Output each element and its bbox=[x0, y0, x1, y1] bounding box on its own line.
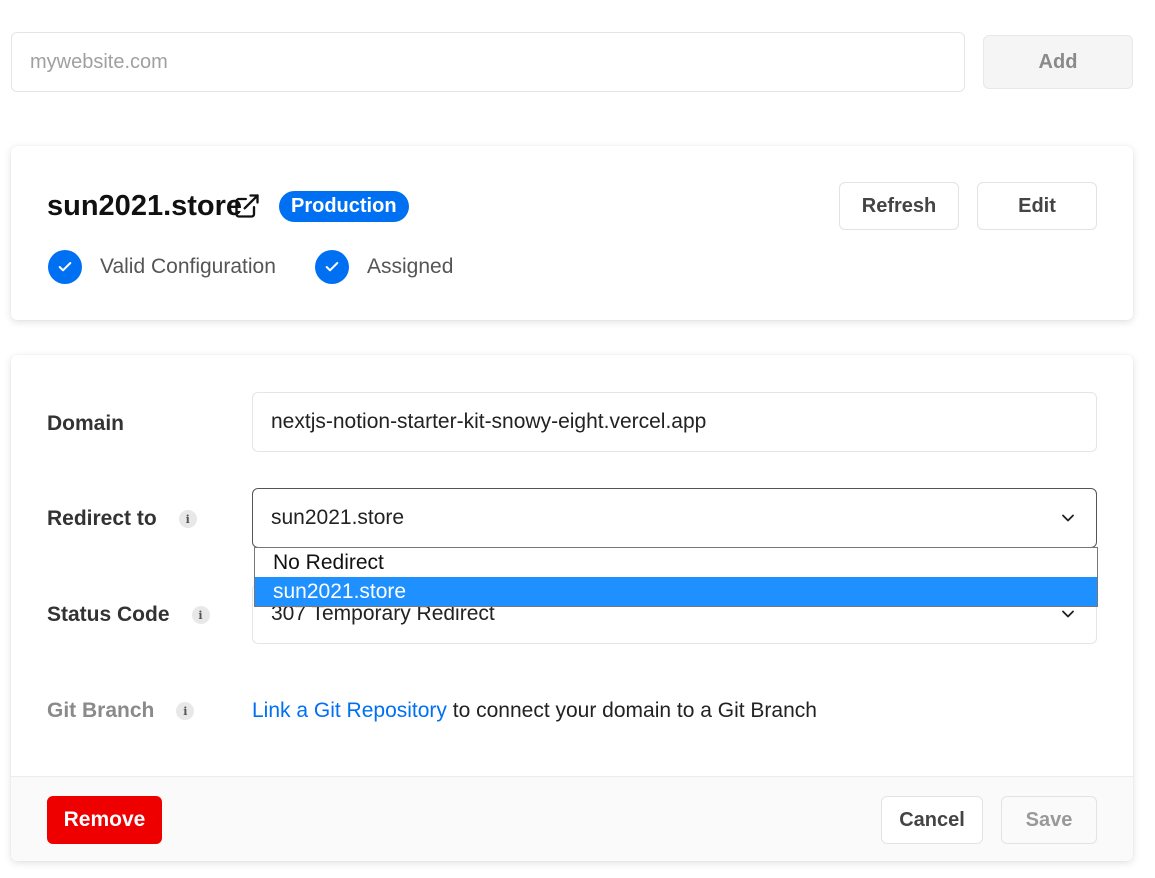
status-code-label: Status Code i bbox=[47, 603, 210, 627]
redirect-dropdown-list: No Redirect sun2021.store bbox=[254, 547, 1098, 607]
assigned-status: Assigned bbox=[315, 250, 453, 284]
external-link-icon[interactable] bbox=[233, 192, 261, 220]
redirect-label: Redirect to i bbox=[47, 507, 197, 531]
domain-title: sun2021.store bbox=[47, 190, 243, 222]
redirect-select[interactable]: sun2021.store bbox=[252, 488, 1097, 548]
status-code-label-text: Status Code bbox=[47, 603, 170, 626]
git-branch-label-text: Git Branch bbox=[47, 699, 155, 722]
domain-value: nextjs-notion-starter-kit-snowy-eight.ve… bbox=[271, 410, 707, 433]
card-footer: Remove Cancel Save bbox=[11, 776, 1133, 861]
domain-label-text: Domain bbox=[47, 412, 125, 435]
chevron-down-icon bbox=[1062, 514, 1074, 522]
edit-button[interactable]: Edit bbox=[977, 182, 1097, 230]
environment-badge: Production bbox=[279, 191, 409, 222]
info-icon[interactable]: i bbox=[178, 510, 197, 528]
status-label: Assigned bbox=[367, 255, 454, 278]
git-branch-label: Git Branch i bbox=[47, 699, 195, 723]
info-icon[interactable]: i bbox=[176, 702, 195, 720]
status-label: Valid Configuration bbox=[100, 255, 276, 278]
domain-field[interactable]: nextjs-notion-starter-kit-snowy-eight.ve… bbox=[252, 392, 1097, 452]
save-button[interactable]: Save bbox=[1001, 796, 1097, 844]
check-icon bbox=[48, 250, 82, 284]
domain-input[interactable] bbox=[11, 32, 965, 92]
redirect-value: sun2021.store bbox=[271, 506, 405, 529]
add-button[interactable]: Add bbox=[983, 35, 1133, 89]
redirect-label-text: Redirect to bbox=[47, 507, 157, 530]
domain-label: Domain bbox=[47, 412, 124, 436]
link-git-repository-link[interactable]: Link a Git Repository bbox=[252, 699, 447, 722]
domain-settings-card: Domain nextjs-notion-starter-kit-snowy-e… bbox=[11, 355, 1133, 861]
remove-button[interactable]: Remove bbox=[47, 796, 162, 844]
domain-card: sun2021.store Production Refresh Edit Va… bbox=[11, 146, 1133, 320]
valid-configuration-status: Valid Configuration bbox=[48, 250, 276, 284]
info-icon[interactable]: i bbox=[191, 606, 210, 624]
refresh-button[interactable]: Refresh bbox=[839, 182, 959, 230]
check-icon bbox=[315, 250, 349, 284]
dropdown-option-no-redirect[interactable]: No Redirect bbox=[255, 548, 1097, 577]
git-branch-message: Link a Git Repository to connect your do… bbox=[252, 699, 817, 723]
git-branch-text: to connect your domain to a Git Branch bbox=[446, 699, 817, 722]
chevron-down-icon bbox=[1062, 610, 1074, 618]
cancel-button[interactable]: Cancel bbox=[881, 796, 983, 844]
dropdown-option-sun2021-store[interactable]: sun2021.store bbox=[255, 577, 1097, 606]
